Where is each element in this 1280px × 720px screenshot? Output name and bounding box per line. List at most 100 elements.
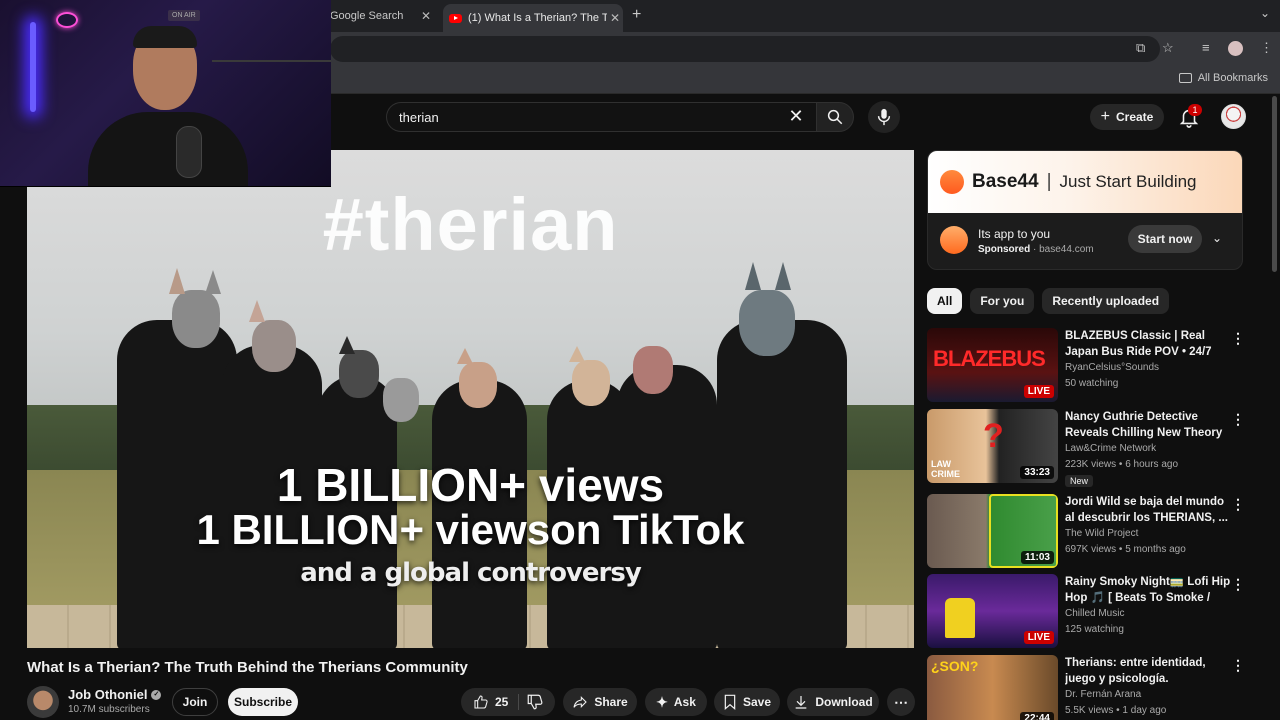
chip-all[interactable]: All [927, 288, 963, 314]
video-subtitle: and a global controversy [300, 558, 642, 588]
list-item[interactable]: BLAZEBUS LIVE BLAZEBUS Classic | Real Ja… [927, 328, 1247, 404]
chevron-down-icon[interactable]: ⌄ [1212, 231, 1222, 245]
download-label: Download [815, 695, 873, 709]
start-now-button[interactable]: Start now [1128, 225, 1202, 253]
ad-banner[interactable]: Base44 | Just Start Building [928, 151, 1242, 213]
webcam-overlay: ON AIR [0, 0, 331, 187]
recommendation-channel[interactable]: The Wild Project [1065, 528, 1138, 539]
search-button[interactable] [816, 102, 854, 132]
tab-youtube-video[interactable]: (1) What Is a Therian? The Tru ✕ [443, 4, 623, 32]
subscribe-button[interactable]: Subscribe [228, 688, 298, 716]
recommendation-title[interactable]: Jordi Wild se baja del mundo al descubri… [1065, 494, 1233, 526]
thumbs-up-icon [474, 695, 488, 709]
kebab-menu-icon[interactable]: ⋮ [1260, 40, 1273, 56]
kebab-menu-icon[interactable]: ⋮ [1231, 411, 1245, 428]
list-item[interactable]: 11:03 Jordi Wild se baja del mundo al de… [927, 494, 1247, 570]
scrollbar-thumb[interactable] [1272, 96, 1277, 272]
recommendation-channel[interactable]: Law&Crime Network [1065, 443, 1156, 454]
advertiser-avatar [940, 226, 968, 254]
recommendation-channel[interactable]: Dr. Fernán Arana [1065, 689, 1141, 700]
omnibox[interactable] [330, 36, 1160, 62]
list-item[interactable]: ¿SON? 22:44 Therians: entre identidad, j… [927, 655, 1247, 720]
video-thumbnail[interactable]: BLAZEBUS LIVE [927, 328, 1058, 402]
new-badge: New [1065, 475, 1094, 487]
create-label: Create [1115, 110, 1154, 124]
youtube-favicon-icon [449, 13, 462, 23]
download-button[interactable]: Download [787, 688, 879, 716]
sponsored-label: Sponsored [978, 244, 1031, 255]
close-icon[interactable]: ✕ [786, 106, 806, 127]
avatar[interactable] [1221, 104, 1246, 129]
ask-button[interactable]: ✦ Ask [645, 688, 707, 716]
subscribe-label: Subscribe [233, 695, 293, 709]
recommendation-title[interactable]: Nancy Guthrie Detective Reveals Chilling… [1065, 409, 1233, 441]
list-item[interactable]: LAW CRIME ? 33:23 Nancy Guthrie Detectiv… [927, 409, 1247, 487]
more-actions-button[interactable]: ⋯ [887, 688, 915, 716]
chip-for-you[interactable]: For you [970, 288, 1035, 314]
live-badge: LIVE [1023, 631, 1054, 644]
kebab-menu-icon[interactable]: ⋮ [1231, 330, 1245, 347]
video-title: What Is a Therian? The Truth Behind the … [27, 659, 468, 676]
cat-mask [633, 346, 673, 394]
duration-badge: 11:03 [1020, 551, 1054, 564]
ad-brand: Base44 [972, 171, 1039, 192]
cast-icon[interactable]: ⧉ [1136, 40, 1145, 56]
duration-badge: 22:44 [1020, 712, 1054, 720]
mic-icon [877, 108, 891, 126]
sparkle-icon: ✦ [656, 693, 668, 710]
thumbnail-text: BLAZEBUS [933, 346, 1046, 371]
video-thumbnail[interactable]: LAW CRIME ? 33:23 [927, 409, 1058, 483]
save-label: Save [742, 695, 772, 709]
profile-avatar[interactable] [1228, 41, 1243, 56]
recommendation-title[interactable]: Therians: entre identidad, juego y psico… [1065, 655, 1233, 687]
cat-mask-ear [457, 348, 473, 364]
video-hashtag-overlay: #therian [322, 183, 619, 266]
search-input[interactable]: therian [386, 102, 816, 132]
video-thumbnail[interactable]: LIVE [927, 574, 1058, 648]
star-icon[interactable]: ☆ [1162, 40, 1174, 56]
close-icon[interactable]: ✕ [418, 9, 434, 23]
join-button[interactable]: Join [172, 688, 218, 716]
recommendation-title[interactable]: Rainy Smoky Night🚃 Lofi Hip Hop 🎵 [ Beat… [1065, 574, 1233, 606]
thumbs-down-icon[interactable] [526, 693, 544, 711]
notification-badge: 1 [1188, 104, 1202, 116]
thumbnail-text: ¿SON? [931, 658, 979, 674]
video-thumbnail[interactable]: ¿SON? 22:44 [927, 655, 1058, 720]
channel-name: Job Othoniel [68, 687, 148, 702]
channel-avatar[interactable] [27, 686, 59, 718]
list-item[interactable]: LIVE Rainy Smoky Night🚃 Lofi Hip Hop 🎵 [… [927, 574, 1247, 650]
kebab-menu-icon[interactable]: ⋮ [1231, 576, 1245, 593]
cat-mask-ear [569, 346, 585, 362]
ad-sponsored-line: Sponsored · base44.com [978, 244, 1094, 255]
chip-recently-uploaded[interactable]: Recently uploaded [1042, 288, 1170, 314]
kebab-menu-icon[interactable]: ⋮ [1231, 657, 1245, 674]
folder-icon [1178, 73, 1192, 83]
create-button[interactable]: + Create [1090, 104, 1164, 130]
share-button[interactable]: Share [563, 688, 637, 716]
verified-check-icon: ✓ [151, 689, 162, 700]
recommendation-meta: 697K views • 5 months ago [1065, 544, 1186, 555]
sponsored-ad-card[interactable]: Base44 | Just Start Building Its app to … [927, 150, 1243, 270]
video-thumbnail[interactable]: 11:03 [927, 494, 1058, 568]
video-player[interactable]: #therian 1 BILLION+ views 1 BILLION+ vie… [27, 150, 914, 648]
cat-mask [383, 378, 419, 422]
chevron-down-icon[interactable]: ⌄ [1260, 6, 1270, 20]
save-button[interactable]: Save [714, 688, 780, 716]
reading-list-icon[interactable]: ≡ [1202, 40, 1210, 55]
cat-mask [459, 362, 497, 408]
recommendation-meta: 50 watching [1065, 378, 1119, 389]
download-icon [795, 696, 807, 709]
recommendation-title[interactable]: BLAZEBUS Classic | Real Japan Bus Ride P… [1065, 328, 1233, 360]
kebab-menu-icon[interactable]: ⋮ [1231, 496, 1245, 513]
new-tab-button[interactable]: + [632, 6, 641, 24]
tab-google-search[interactable]: Google Search ✕ [330, 4, 434, 28]
cat-mask [739, 290, 795, 356]
recommendation-channel[interactable]: RyanCelsius°Sounds [1065, 362, 1159, 373]
channel-name-link[interactable]: Job Othoniel ✓ [68, 687, 162, 702]
voice-search-button[interactable] [868, 101, 900, 133]
recommendation-channel[interactable]: Chilled Music [1065, 608, 1124, 619]
all-bookmarks-button[interactable]: All Bookmarks [1178, 72, 1268, 84]
thumbnail-text: LAW CRIME [931, 459, 960, 479]
filter-chips: All For you Recently uploaded [927, 288, 1170, 314]
close-icon[interactable]: ✕ [607, 11, 623, 25]
